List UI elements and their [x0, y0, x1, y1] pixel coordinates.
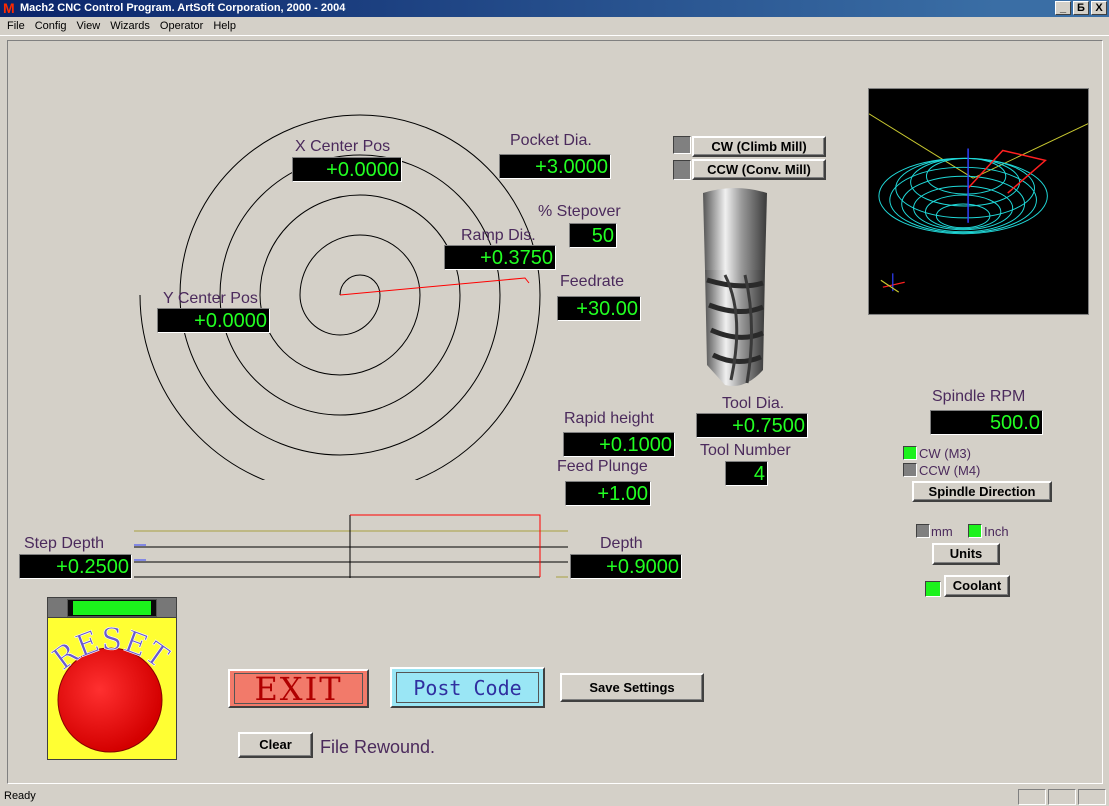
depth-profile-graphic	[134, 514, 568, 578]
rapid-height-label: Rapid height	[564, 410, 654, 427]
save-settings-button[interactable]: Save Settings	[560, 673, 704, 702]
spindle-cw-led	[903, 446, 917, 460]
tool-number-label: Tool Number	[700, 442, 791, 459]
app-icon: M	[3, 0, 15, 16]
y-center-pos-dro[interactable]: +0.0000	[157, 308, 270, 333]
ramp-path	[339, 277, 530, 296]
post-code-button[interactable]: Post Code	[390, 667, 545, 708]
mm-label: mm	[931, 524, 953, 539]
reset-panel[interactable]: RESET	[47, 597, 177, 760]
pocket-dia-label: Pocket Dia.	[510, 132, 592, 149]
inch-led	[968, 524, 982, 538]
ccw-conv-mill-led	[673, 160, 691, 180]
menu-config[interactable]: Config	[30, 20, 72, 32]
feed-plunge-label: Feed Plunge	[557, 458, 648, 475]
post-code-label: Post Code	[396, 672, 539, 703]
spindle-ccw-label: CCW (M4)	[919, 463, 981, 478]
spindle-direction-button[interactable]: Spindle Direction	[912, 481, 1052, 502]
window-title: Mach2 CNC Control Program. ArtSoft Corpo…	[20, 2, 346, 14]
menu-file[interactable]: File	[2, 20, 30, 32]
exit-label: EXIT	[234, 673, 363, 705]
menu-bar: File Config View Wizards Operator Help	[0, 17, 1109, 36]
restore-button[interactable]: Б	[1073, 1, 1089, 15]
cw-climb-mill-button[interactable]: CW (Climb Mill)	[692, 136, 826, 157]
toolpath-3d-preview	[868, 88, 1089, 315]
ramp-dis-label: Ramp Dis.	[461, 227, 536, 244]
reset-estop-icon: RESET	[47, 622, 175, 753]
menu-help[interactable]: Help	[208, 20, 241, 32]
feedrate-label: Feedrate	[560, 273, 625, 290]
status-panel-2	[1048, 789, 1076, 805]
feedrate-dro[interactable]: +30.00	[557, 296, 641, 321]
pocket-dia-dro[interactable]: +3.0000	[499, 154, 611, 179]
spindle-rpm-label: Spindle RPM	[932, 388, 1026, 405]
status-panel-1	[1018, 789, 1046, 805]
tool-number-dro[interactable]: 4	[725, 461, 768, 486]
status-text: Ready	[4, 790, 36, 802]
coolant-led	[925, 581, 941, 597]
coolant-button[interactable]: Coolant	[944, 575, 1010, 597]
ccw-conv-mill-button[interactable]: CCW (Conv. Mill)	[692, 159, 826, 180]
cw-climb-mill-led	[673, 136, 691, 154]
clear-button[interactable]: Clear	[238, 732, 313, 758]
y-center-pos-label: Y Center Pos	[163, 290, 258, 307]
mm-led	[916, 524, 930, 538]
spindle-ccw-led	[903, 463, 917, 477]
spindle-cw-label: CW (M3)	[919, 446, 971, 461]
stepover-label: % Stepover	[538, 203, 621, 220]
step-depth-label: Step Depth	[24, 535, 105, 552]
tool-dia-label: Tool Dia.	[722, 395, 785, 412]
inch-label: Inch	[984, 524, 1009, 539]
menu-operator[interactable]: Operator	[155, 20, 208, 32]
depth-label: Depth	[600, 535, 643, 552]
feed-plunge-dro[interactable]: +1.00	[565, 481, 651, 506]
menu-view[interactable]: View	[72, 20, 106, 32]
x-center-pos-dro[interactable]: +0.0000	[292, 157, 402, 182]
close-button[interactable]: X	[1091, 1, 1107, 15]
window-controls: _ Б X	[1055, 0, 1107, 17]
exit-button[interactable]: EXIT	[228, 669, 369, 708]
end-mill-tool-image	[703, 188, 767, 386]
units-button[interactable]: Units	[932, 543, 1000, 565]
status-bar: Ready	[0, 786, 1109, 806]
depth-dro[interactable]: +0.9000	[570, 554, 682, 579]
rapid-height-dro[interactable]: +0.1000	[563, 432, 675, 457]
tool-dia-dro[interactable]: +0.7500	[696, 413, 808, 438]
status-panel-3	[1078, 789, 1106, 805]
menu-wizards[interactable]: Wizards	[105, 20, 155, 32]
stepover-dro[interactable]: 50	[569, 223, 617, 248]
ramp-dis-dro[interactable]: +0.3750	[444, 245, 556, 270]
title-bar: M Mach2 CNC Control Program. ArtSoft Cor…	[0, 0, 1109, 17]
x-center-pos-label: X Center Pos	[295, 138, 391, 155]
spindle-rpm-dro[interactable]: 500.0	[930, 410, 1043, 435]
status-message: File Rewound.	[320, 737, 436, 757]
step-depth-dro[interactable]: +0.2500	[19, 554, 132, 579]
minimize-button[interactable]: _	[1055, 1, 1071, 15]
